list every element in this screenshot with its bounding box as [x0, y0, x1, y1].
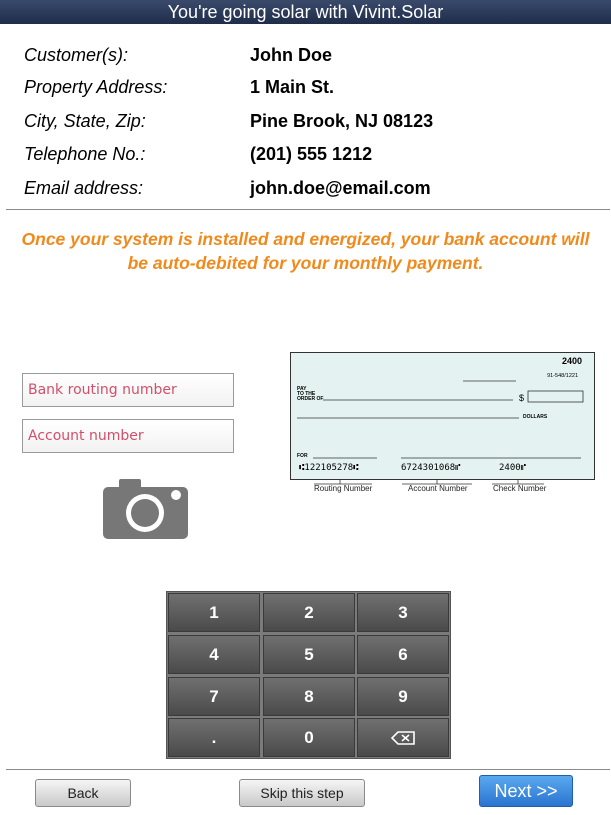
key-3[interactable]: 3	[357, 593, 449, 632]
telephone-label: Telephone No.:	[24, 144, 146, 164]
customer-value: John Doe	[250, 45, 333, 65]
key-5[interactable]: 5	[263, 635, 355, 674]
address-label: Property Address:	[24, 77, 168, 97]
key-8[interactable]: 8	[263, 677, 355, 716]
telephone-value: (201) 555 1212	[250, 144, 373, 164]
routing-number-annotation: Routing Number	[314, 484, 373, 493]
key-9[interactable]: 9	[357, 677, 449, 716]
check-number-annotation: Check Number	[493, 484, 547, 493]
divider-bottom	[6, 769, 610, 770]
info-row-city: City, State, Zip: Pine Brook, NJ 08123	[24, 111, 604, 137]
camera-icon[interactable]	[103, 477, 188, 539]
auto-debit-notice: Once your system is installed and energi…	[21, 229, 590, 273]
key-7[interactable]: 7	[168, 677, 260, 716]
key-decimal[interactable]: .	[168, 718, 260, 757]
email-label: Email address:	[24, 178, 144, 198]
key-4[interactable]: 4	[168, 635, 260, 674]
app-title: You're going solar with Vivint.Solar	[167, 2, 444, 22]
info-row-address: Property Address: 1 Main St.	[24, 77, 604, 103]
micr-account: 6724301068⑈	[401, 463, 461, 473]
numeric-keypad: 1 2 3 4 5 6 7 8 9 . 0	[166, 591, 451, 759]
backspace-key[interactable]	[357, 718, 449, 757]
check-number: 2400	[561, 356, 582, 366]
pay-to-label: PAY TO THE ORDER OF	[297, 386, 324, 402]
info-row-email: Email address: john.doe@email.com	[24, 178, 604, 204]
title-bar: You're going solar with Vivint.Solar	[0, 0, 611, 24]
address-value: 1 Main St.	[250, 77, 335, 97]
next-button[interactable]: Next >>	[479, 775, 573, 807]
key-6[interactable]: 6	[357, 635, 449, 674]
skip-step-button[interactable]: Skip this step	[239, 779, 365, 807]
city-value: Pine Brook, NJ 08123	[250, 111, 434, 131]
for-label: FOR	[297, 453, 308, 459]
account-number-annotation: Account Number	[408, 484, 468, 493]
micr-routing: ⑆122105278⑆	[299, 463, 359, 473]
check-sample-image: 2400 91-548/1221 PAY TO THE ORDER OF $ D…	[290, 352, 595, 480]
account-number-input[interactable]	[22, 419, 234, 453]
micr-check: 2400⑈	[499, 463, 527, 473]
check-fraction: 91-548/1221	[547, 373, 578, 379]
key-1[interactable]: 1	[168, 593, 260, 632]
key-2[interactable]: 2	[263, 593, 355, 632]
dollars-label: DOLLARS	[523, 414, 548, 420]
back-button[interactable]: Back	[35, 779, 131, 807]
key-0[interactable]: 0	[263, 718, 355, 757]
divider-top	[6, 209, 610, 210]
info-row-telephone: Telephone No.: (201) 555 1212	[24, 144, 604, 170]
routing-number-input[interactable]	[22, 373, 234, 407]
email-value: john.doe@email.com	[250, 178, 431, 198]
customer-label: Customer(s):	[24, 45, 129, 65]
dollar-sign: $	[519, 393, 525, 403]
backspace-icon	[391, 730, 415, 745]
city-label: City, State, Zip:	[24, 111, 146, 131]
info-row-customer: Customer(s): John Doe	[24, 45, 604, 71]
